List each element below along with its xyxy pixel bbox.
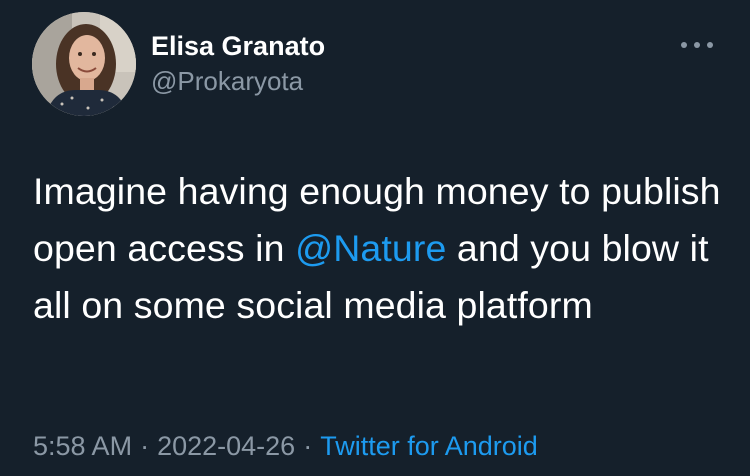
mention-link[interactable]: @Nature bbox=[295, 227, 446, 269]
tweet-card: Elisa Granato @Prokaryota Imagine having… bbox=[0, 0, 750, 476]
tweet-source-link[interactable]: Twitter for Android bbox=[320, 431, 538, 461]
more-options-button[interactable] bbox=[672, 30, 722, 60]
tweet-date[interactable]: 2022-04-26 bbox=[157, 431, 295, 461]
meta-separator: · bbox=[303, 431, 313, 461]
author-handle[interactable]: @Prokaryota bbox=[151, 64, 303, 98]
avatar-photo bbox=[32, 12, 136, 116]
tweet-time[interactable]: 5:58 AM bbox=[33, 431, 132, 461]
author-display-name[interactable]: Elisa Granato bbox=[151, 28, 325, 64]
more-horizontal-icon bbox=[681, 42, 713, 48]
tweet-text: Imagine having enough money to publish o… bbox=[33, 163, 733, 334]
tweet-meta: 5:58 AM · 2022-04-26 · Twitter for Android bbox=[33, 428, 538, 464]
avatar[interactable] bbox=[32, 12, 136, 116]
meta-separator: · bbox=[140, 431, 150, 461]
